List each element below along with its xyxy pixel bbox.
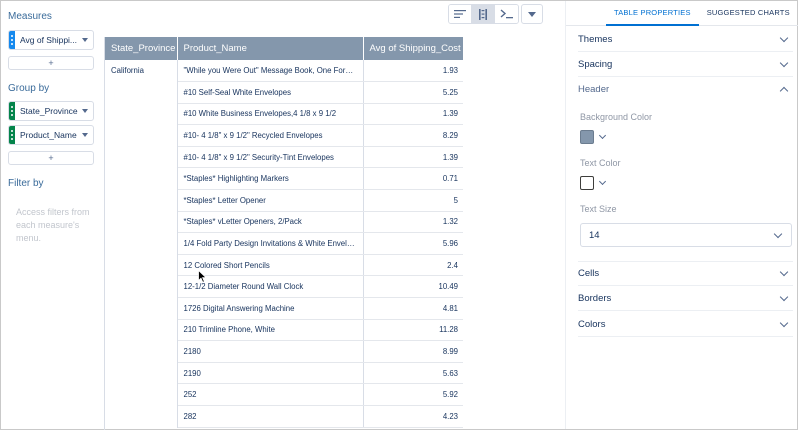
filter-hint: Access filters from each measure's menu. [16,207,90,243]
column-grid-icon[interactable] [472,5,495,23]
drag-handle-icon[interactable] [9,102,15,120]
add-group-button[interactable]: + [8,151,94,165]
product-cell[interactable]: 252 [177,383,364,406]
chevron-down-icon[interactable] [82,109,88,113]
product-cell[interactable]: 210 Trimline Phone, White [177,319,364,342]
align-lines-icon[interactable] [449,5,472,23]
product-cell[interactable]: #10- 4 1/8" x 9 1/2" Recycled Envelopes [177,124,364,147]
filterby-title: Filter by [8,178,44,189]
background-color-swatch[interactable] [580,130,594,144]
text-size-select[interactable]: 14 [580,223,792,247]
section-title: Cells [578,268,600,279]
section-themes[interactable]: Themes [578,27,793,52]
chevron-down-icon [528,11,536,17]
product-cell[interactable]: #10 White Business Envelopes,4 1/8 x 9 1… [177,103,364,126]
section-spacing[interactable]: Spacing [578,52,793,77]
tab-suggested-charts[interactable]: SUGGESTED CHARTS [699,1,798,26]
chevron-down-icon [773,229,783,238]
table-header-row: State_Province Product_Name Avg of Shipp… [105,37,463,60]
group-pill-state-province[interactable]: State_Province [8,101,94,121]
chevron-down-icon[interactable] [82,38,88,42]
properties-panel: TABLE PROPERTIES SUGGESTED CHARTS Themes… [565,1,798,429]
measure-pill-label: Avg of Shippi... [20,35,78,45]
product-cell[interactable]: 2180 [177,340,364,363]
group-pill-label: State_Province [20,106,78,116]
column-header-product[interactable]: Product_Name [177,37,364,60]
chevron-down-icon [779,318,789,327]
panel-tabs: TABLE PROPERTIES SUGGESTED CHARTS [566,1,798,26]
value-cell[interactable]: 5.25 [363,81,463,104]
product-cell[interactable]: "While you Were Out" Message Book, One F… [177,60,364,83]
product-cell[interactable]: *Staples* vLetter Openers, 2/Pack [177,211,364,234]
value-cell[interactable]: 4.23 [363,405,463,428]
data-table: State_Province Product_Name Avg of Shipp… [104,37,463,430]
value-cell[interactable]: 10.49 [363,275,463,299]
column-header-state[interactable]: State_Province [105,37,178,60]
product-cell[interactable]: 1726 Digital Answering Machine [177,297,364,320]
value-cell[interactable]: 5 [363,189,463,212]
section-header[interactable]: Header [578,77,793,102]
product-cell[interactable]: *Staples* Highlighting Markers [177,167,364,191]
value-cell[interactable]: 11.28 [363,319,463,342]
text-color-swatch[interactable] [580,176,594,190]
measures-title: Measures [8,11,52,22]
left-panel: Measures Avg of Shippi... + Group by Sta… [1,1,97,429]
section-cells[interactable]: Cells [578,261,793,286]
section-title: Header [578,84,610,95]
value-cell[interactable]: 2.4 [363,254,463,277]
value-cell[interactable]: 5.63 [363,362,463,385]
state-cell[interactable]: California [105,60,178,428]
value-cell[interactable]: 1.39 [363,146,463,169]
text-size-value: 14 [589,229,600,241]
value-cell[interactable]: 4.81 [363,297,463,320]
section-title: Borders [578,292,612,304]
chevron-up-icon [779,86,789,96]
chevron-down-icon[interactable] [598,177,607,186]
section-colors[interactable]: Colors [578,312,793,337]
product-cell[interactable]: 1/4 Fold Party Design Invitations & Whit… [177,232,364,255]
product-cell[interactable]: *Staples* Letter Opener [177,189,364,212]
section-title: Colors [578,318,606,330]
value-cell[interactable]: 0.71 [363,167,463,191]
chevron-down-icon [779,33,789,42]
console-icon[interactable] [495,5,518,23]
chevron-down-icon [779,58,789,67]
group-pill-label: Product_Name [20,130,77,140]
table-row[interactable]: California "While you Were Out" Message B… [105,60,463,428]
value-cell[interactable]: 8.99 [363,340,463,363]
product-cell[interactable]: #10 Self-Seal White Envelopes [177,81,364,104]
value-cell[interactable]: 8.29 [363,124,463,147]
add-measure-button[interactable]: + [8,56,94,70]
value-cell[interactable]: 1.39 [363,103,463,126]
value-cell[interactable]: 1.93 [363,60,463,83]
column-header-avg-shipping[interactable]: Avg of Shipping_Cost [363,37,463,60]
product-cell[interactable]: 282 [177,405,364,428]
text-color-label: Text Color [580,158,621,168]
product-cell[interactable]: 2190 [177,362,364,385]
drag-handle-icon[interactable] [9,126,15,144]
text-size-label: Text Size [580,204,617,214]
section-title: Spacing [578,58,613,70]
tab-table-properties[interactable]: TABLE PROPERTIES [606,1,699,26]
value-cell[interactable]: 5.92 [363,383,463,406]
measure-pill-avg-shipping[interactable]: Avg of Shippi... [8,30,94,50]
chevron-down-icon [779,292,789,301]
chevron-down-icon[interactable] [598,131,607,140]
group-pill-product-name[interactable]: Product_Name [8,125,94,145]
value-cell[interactable]: 5.96 [363,232,463,255]
mouse-cursor-icon [198,270,207,283]
groupby-title: Group by [8,83,50,94]
section-title: Themes [578,33,613,45]
section-borders[interactable]: Borders [578,286,793,311]
toolbar-dropdown-button[interactable] [521,4,543,24]
background-color-label: Background Color [580,112,653,122]
drag-handle-icon[interactable] [9,31,15,49]
chevron-down-icon[interactable] [82,133,88,137]
chevron-down-icon [779,267,789,277]
value-cell[interactable]: 1.32 [363,211,463,234]
product-cell[interactable]: #10- 4 1/8" x 9 1/2" Security-Tint Envel… [177,146,364,169]
view-toggle-group [448,4,519,24]
